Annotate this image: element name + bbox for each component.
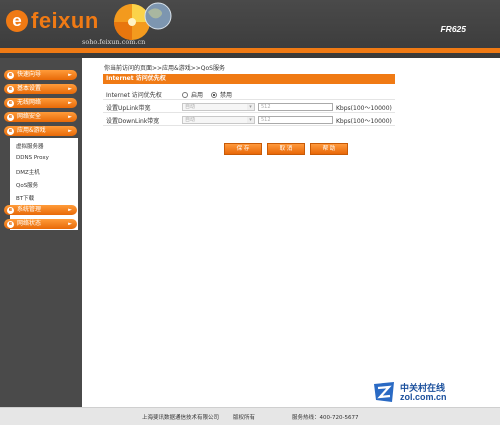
sidebar-item-label: 系统管理 — [17, 206, 42, 213]
footer-hotline: 服务热线：400-720-5677 — [292, 415, 359, 421]
sidebar-item-network-status[interactable]: e 网络状态 ► — [4, 219, 77, 229]
sidebar-item-apps-games[interactable]: e 应用&游戏 ► — [4, 126, 77, 136]
menu-e-icon: e — [7, 113, 14, 121]
zol-watermark: 中关村在线 zol.com.cn — [372, 380, 492, 408]
priority-row: Internet 访问优先权 启用 禁用 — [103, 88, 395, 100]
menu-e-icon: e — [7, 99, 14, 107]
sidebar-item-label: 无线网络 — [17, 99, 42, 106]
sidebar-item-label: 基本设置 — [17, 85, 42, 92]
arrow-right-icon: ► — [68, 221, 72, 227]
arrow-right-icon: ► — [68, 72, 72, 78]
downlink-mode-value: 自动 — [185, 116, 196, 123]
submenu-apps-games: 虚拟服务器 DDNS Proxy DMZ主机 QoS服务 BT下载 — [10, 138, 78, 230]
downlink-row: 设置DownLink带宽 自动 ▾ 512 Kbps(100～10000) — [103, 114, 395, 126]
disable-radio[interactable] — [211, 91, 218, 98]
logo-text: feixun — [31, 8, 99, 33]
downlink-mode-select[interactable]: 自动 ▾ — [182, 115, 255, 124]
help-button[interactable]: 帮 助 — [310, 143, 348, 155]
priority-label: Internet 访问优先权 — [106, 92, 162, 99]
enable-radio-label[interactable]: 启用 — [191, 90, 203, 99]
zol-logo-icon — [374, 382, 394, 402]
priority-radio-group: 启用 禁用 — [182, 90, 240, 99]
arrow-right-icon: ► — [68, 207, 72, 213]
chevron-down-icon: ▾ — [247, 103, 254, 110]
downlink-bandwidth-input[interactable]: 512 — [258, 115, 333, 124]
menu-e-icon: e — [7, 206, 14, 214]
menu-e-icon: e — [7, 127, 14, 135]
downlink-unit: Kbps(100～10000) — [336, 118, 392, 125]
header-divider — [0, 48, 500, 53]
sidebar-item-security[interactable]: e 网络安全 ► — [4, 112, 77, 122]
uplink-unit: Kbps(100～10000) — [336, 105, 392, 112]
sidebar-item-label: 网络状态 — [17, 220, 42, 227]
watermark-en: zol.com.cn — [400, 392, 447, 402]
feixun-logo[interactable]: e feixun — [6, 8, 99, 34]
submenu-item-dmz-host[interactable]: DMZ主机 — [16, 168, 40, 176]
section-title: Internet 访问优先权 — [103, 74, 395, 84]
menu-e-icon: e — [7, 71, 14, 79]
footer-company: 上海斐讯数据通信技术有限公司 — [142, 415, 220, 421]
enable-radio[interactable] — [182, 91, 188, 98]
arrow-right-icon: ► — [68, 86, 72, 92]
model-name: FR625 — [440, 24, 466, 34]
sidebar-item-system-admin[interactable]: e 系统管理 ► — [4, 205, 77, 215]
uplink-bandwidth-input[interactable]: 512 — [258, 102, 333, 111]
uplink-row: 设置UpLink带宽 自动 ▾ 512 Kbps(100～10000) — [103, 101, 395, 113]
uplink-mode-select[interactable]: 自动 ▾ — [182, 102, 255, 111]
sidebar: e 快速向导 ► e 基本设置 ► e 无线网络 ► e 网络安全 ► e 应用… — [0, 58, 82, 407]
save-button[interactable]: 保 存 — [224, 143, 262, 155]
submenu-item-virtual-server[interactable]: 虚拟服务器 — [16, 142, 44, 150]
sidebar-item-label: 应用&游戏 — [17, 127, 46, 134]
uplink-label: 设置UpLink带宽 — [106, 105, 151, 112]
submenu-item-qos[interactable]: QoS服务 — [16, 181, 38, 189]
chevron-down-icon: ▾ — [247, 116, 254, 123]
downlink-label: 设置DownLink带宽 — [106, 118, 160, 125]
logo-icon: e — [6, 10, 28, 32]
domain-text: soho.feixun.com.cn — [82, 38, 146, 46]
header: e feixun soho.feixun.com.cn FR625 — [0, 0, 500, 58]
sidebar-item-label: 网络安全 — [17, 113, 42, 120]
menu-e-icon: e — [7, 85, 14, 93]
disable-radio-label[interactable]: 禁用 — [220, 90, 232, 99]
arrow-right-icon: ► — [68, 100, 72, 106]
breadcrumb: 你当前访问的页面>>应用&游戏>>QoS服务 — [104, 65, 225, 72]
arrow-right-icon: ► — [68, 114, 72, 120]
menu-e-icon: e — [7, 220, 14, 228]
uplink-mode-value: 自动 — [185, 103, 196, 110]
footer-copyright: 版权所有 — [233, 415, 256, 421]
sidebar-item-quick-wizard[interactable]: e 快速向导 ► — [4, 70, 77, 80]
sidebar-item-basic-settings[interactable]: e 基本设置 ► — [4, 84, 77, 94]
submenu-item-ddns-proxy[interactable]: DDNS Proxy — [16, 155, 49, 161]
arrow-right-icon: ► — [68, 128, 72, 134]
cancel-button[interactable]: 取 消 — [267, 143, 305, 155]
submenu-item-bt-download[interactable]: BT下载 — [16, 194, 34, 202]
sidebar-item-wireless[interactable]: e 无线网络 ► — [4, 98, 77, 108]
footer: 上海斐讯数据通信技术有限公司 版权所有 服务热线：400-720-5677 — [0, 407, 500, 425]
sidebar-item-label: 快速向导 — [17, 71, 42, 78]
